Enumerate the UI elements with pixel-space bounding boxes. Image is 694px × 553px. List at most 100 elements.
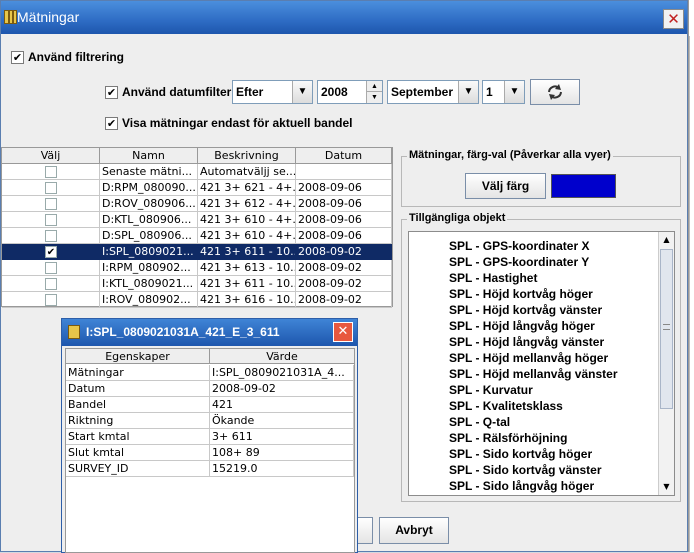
select-cell bbox=[2, 260, 100, 276]
title-bar[interactable]: Mätningar ✕ bbox=[1, 1, 687, 34]
list-item[interactable]: SPL - Sido kortvåg höger bbox=[449, 447, 592, 461]
chevron-down-icon[interactable]: ▼ bbox=[292, 81, 312, 103]
choose-color-button[interactable]: Välj färg bbox=[465, 173, 546, 199]
description-cell: 421 3+ 612 - 4+... bbox=[198, 196, 296, 212]
date-cell: 2008-09-06 bbox=[296, 212, 392, 228]
name-cell: D:KTL_080906... bbox=[100, 212, 198, 228]
color-swatch[interactable] bbox=[551, 174, 616, 198]
column-header-value[interactable]: Värde bbox=[210, 349, 354, 364]
objects-scrollbar[interactable]: ▲ ▼ bbox=[658, 232, 674, 495]
row-checkbox[interactable] bbox=[45, 278, 57, 290]
list-item[interactable]: SPL - GPS-koordinater Y bbox=[449, 255, 589, 269]
show-current-checkbox[interactable]: ✔ bbox=[105, 117, 118, 130]
year-spinner[interactable]: 2008 ▲ ▼ bbox=[317, 80, 383, 104]
select-cell bbox=[2, 180, 100, 196]
column-header-description[interactable]: Beskrivning bbox=[198, 148, 296, 164]
list-item[interactable]: SPL - Höjd mellanvåg höger bbox=[449, 351, 608, 365]
row-checkbox[interactable] bbox=[45, 214, 57, 226]
list-item[interactable]: SPL - Kurvatur bbox=[449, 383, 533, 397]
name-cell: I:SPL_0809021... bbox=[100, 244, 198, 260]
measurements-window: Mätningar ✕ ✔ Använd filtrering ✔ Använd… bbox=[0, 0, 688, 553]
use-filter-label: Använd filtrering bbox=[28, 50, 125, 64]
date-mode-value: Efter bbox=[236, 85, 264, 99]
use-date-filter-label: Använd datumfilter bbox=[122, 85, 232, 99]
list-item[interactable]: SPL - Q-tal bbox=[449, 415, 510, 429]
property-value: 108+ 89 bbox=[210, 445, 354, 461]
row-checkbox[interactable] bbox=[45, 198, 57, 210]
table-row[interactable]: Senaste mätni... Automatväljj se... bbox=[2, 164, 392, 180]
scrollbar-thumb[interactable] bbox=[660, 249, 673, 409]
list-item[interactable]: SPL - Höjd kortvåg höger bbox=[449, 287, 593, 301]
property-name: Datum bbox=[66, 381, 210, 397]
row-checkbox[interactable] bbox=[45, 262, 57, 274]
table-row[interactable]: D:ROV_080906... 421 3+ 612 - 4+... 2008-09… bbox=[2, 196, 392, 212]
list-item[interactable]: SPL - Höjd långvåg vänster bbox=[449, 335, 604, 349]
popup-title-bar[interactable]: I:SPL_0809021031A_421_E_3_611 ✕ bbox=[62, 319, 357, 346]
spinner-up-icon[interactable]: ▲ bbox=[366, 81, 382, 92]
list-item[interactable]: SPL - Höjd mellanvåg vänster bbox=[449, 367, 618, 381]
select-cell bbox=[2, 212, 100, 228]
chevron-down-icon[interactable]: ▼ bbox=[504, 81, 524, 103]
close-icon[interactable]: ✕ bbox=[663, 9, 684, 29]
scroll-up-icon[interactable]: ▲ bbox=[659, 232, 674, 247]
show-current-label: Visa mätningar endast för aktuell bandel bbox=[122, 116, 353, 130]
use-date-filter-checkbox[interactable]: ✔ bbox=[105, 86, 118, 99]
row-checkbox[interactable] bbox=[45, 166, 57, 178]
row-checkbox[interactable]: ✔ bbox=[45, 246, 57, 258]
date-cell: 2008-09-06 bbox=[296, 228, 392, 244]
description-cell: Automatväljj se... bbox=[198, 164, 296, 180]
chevron-down-icon[interactable]: ▼ bbox=[458, 81, 478, 103]
property-name: SURVEY_ID bbox=[66, 461, 210, 477]
date-cell: 2008-09-02 bbox=[296, 276, 392, 292]
table-row[interactable]: D:SPL_080906... 421 3+ 610 - 4+... 2008-09… bbox=[2, 228, 392, 244]
list-item[interactable]: SPL - Sido kortvåg vänster bbox=[449, 463, 602, 477]
year-value: 2008 bbox=[321, 85, 348, 99]
list-item[interactable]: SPL - Sido långvåg höger bbox=[449, 479, 594, 493]
use-filter-checkbox[interactable]: ✔ bbox=[11, 51, 24, 64]
list-item[interactable]: SPL - Höjd långvåg höger bbox=[449, 319, 595, 333]
column-header-date[interactable]: Datum bbox=[296, 148, 392, 164]
table-row[interactable]: I:ROV_080902... 421 3+ 616 - 10... 2008-09… bbox=[2, 292, 392, 308]
row-checkbox[interactable] bbox=[45, 182, 57, 194]
date-cell: 2008-09-06 bbox=[296, 180, 392, 196]
property-value: 3+ 611 bbox=[210, 429, 354, 445]
name-cell: D:RPM_080090... bbox=[100, 180, 198, 196]
list-item[interactable]: SPL - GPS-koordinater X bbox=[449, 239, 589, 253]
list-item[interactable]: SPL - Rälsförhöjning bbox=[449, 431, 567, 445]
table-row[interactable]: I:RPM_080902... 421 3+ 613 - 10... 2008-09… bbox=[2, 260, 392, 276]
date-cell: 2008-09-02 bbox=[296, 244, 392, 260]
month-select[interactable]: September ▼ bbox=[387, 80, 479, 104]
column-header-name[interactable]: Namn bbox=[100, 148, 198, 164]
list-item[interactable]: SPL - Höjd kortvåg vänster bbox=[449, 303, 602, 317]
close-icon[interactable]: ✕ bbox=[333, 322, 353, 342]
property-name: Mätningar bbox=[66, 365, 210, 381]
table-row[interactable]: ✔ I:SPL_0809021... 421 3+ 611 - 10... 2008-… bbox=[2, 244, 392, 260]
select-cell: ✔ bbox=[2, 244, 100, 260]
properties-header: Egenskaper Värde bbox=[66, 349, 354, 364]
row-checkbox[interactable] bbox=[45, 294, 57, 306]
scroll-down-icon[interactable]: ▼ bbox=[659, 479, 674, 494]
background-window-edge bbox=[688, 0, 694, 552]
column-header-select[interactable]: Välj bbox=[2, 148, 100, 164]
cancel-button[interactable]: Avbryt bbox=[379, 517, 449, 544]
day-select[interactable]: 1 ▼ bbox=[482, 80, 525, 104]
table-row[interactable]: D:KTL_080906... 421 3+ 610 - 4+... 2008-09… bbox=[2, 212, 392, 228]
row-checkbox[interactable] bbox=[45, 230, 57, 242]
date-mode-select[interactable]: Efter ▼ bbox=[232, 80, 313, 104]
list-item[interactable]: SPL - Hastighet bbox=[449, 271, 537, 285]
spinner-down-icon[interactable]: ▼ bbox=[366, 92, 382, 103]
column-header-property[interactable]: Egenskaper bbox=[66, 349, 210, 364]
objects-list[interactable]: SPL - GPS-koordinater X SPL - GPS-koordin… bbox=[408, 231, 675, 496]
refresh-button[interactable] bbox=[530, 79, 580, 105]
app-icon bbox=[4, 10, 17, 24]
property-value: 2008-09-02 bbox=[210, 381, 354, 397]
refresh-icon bbox=[548, 84, 562, 100]
name-cell: I:ROV_080902... bbox=[100, 292, 198, 308]
table-row[interactable]: I:KTL_0809021... 421 3+ 611 - 10... 2008-0… bbox=[2, 276, 392, 292]
list-item[interactable]: SPL - Kvalitetsklass bbox=[449, 399, 563, 413]
table-row[interactable]: D:RPM_080090... 421 3+ 621 - 4+... 2008-09… bbox=[2, 180, 392, 196]
color-panel-legend: Mätningar, färg-val (Påverkar alla vyer) bbox=[407, 149, 613, 161]
measurements-table[interactable]: Välj Namn Beskrivning Datum Senaste mätn… bbox=[1, 147, 393, 308]
grip-icon bbox=[663, 324, 670, 330]
description-cell: 421 3+ 613 - 10... bbox=[198, 260, 296, 276]
